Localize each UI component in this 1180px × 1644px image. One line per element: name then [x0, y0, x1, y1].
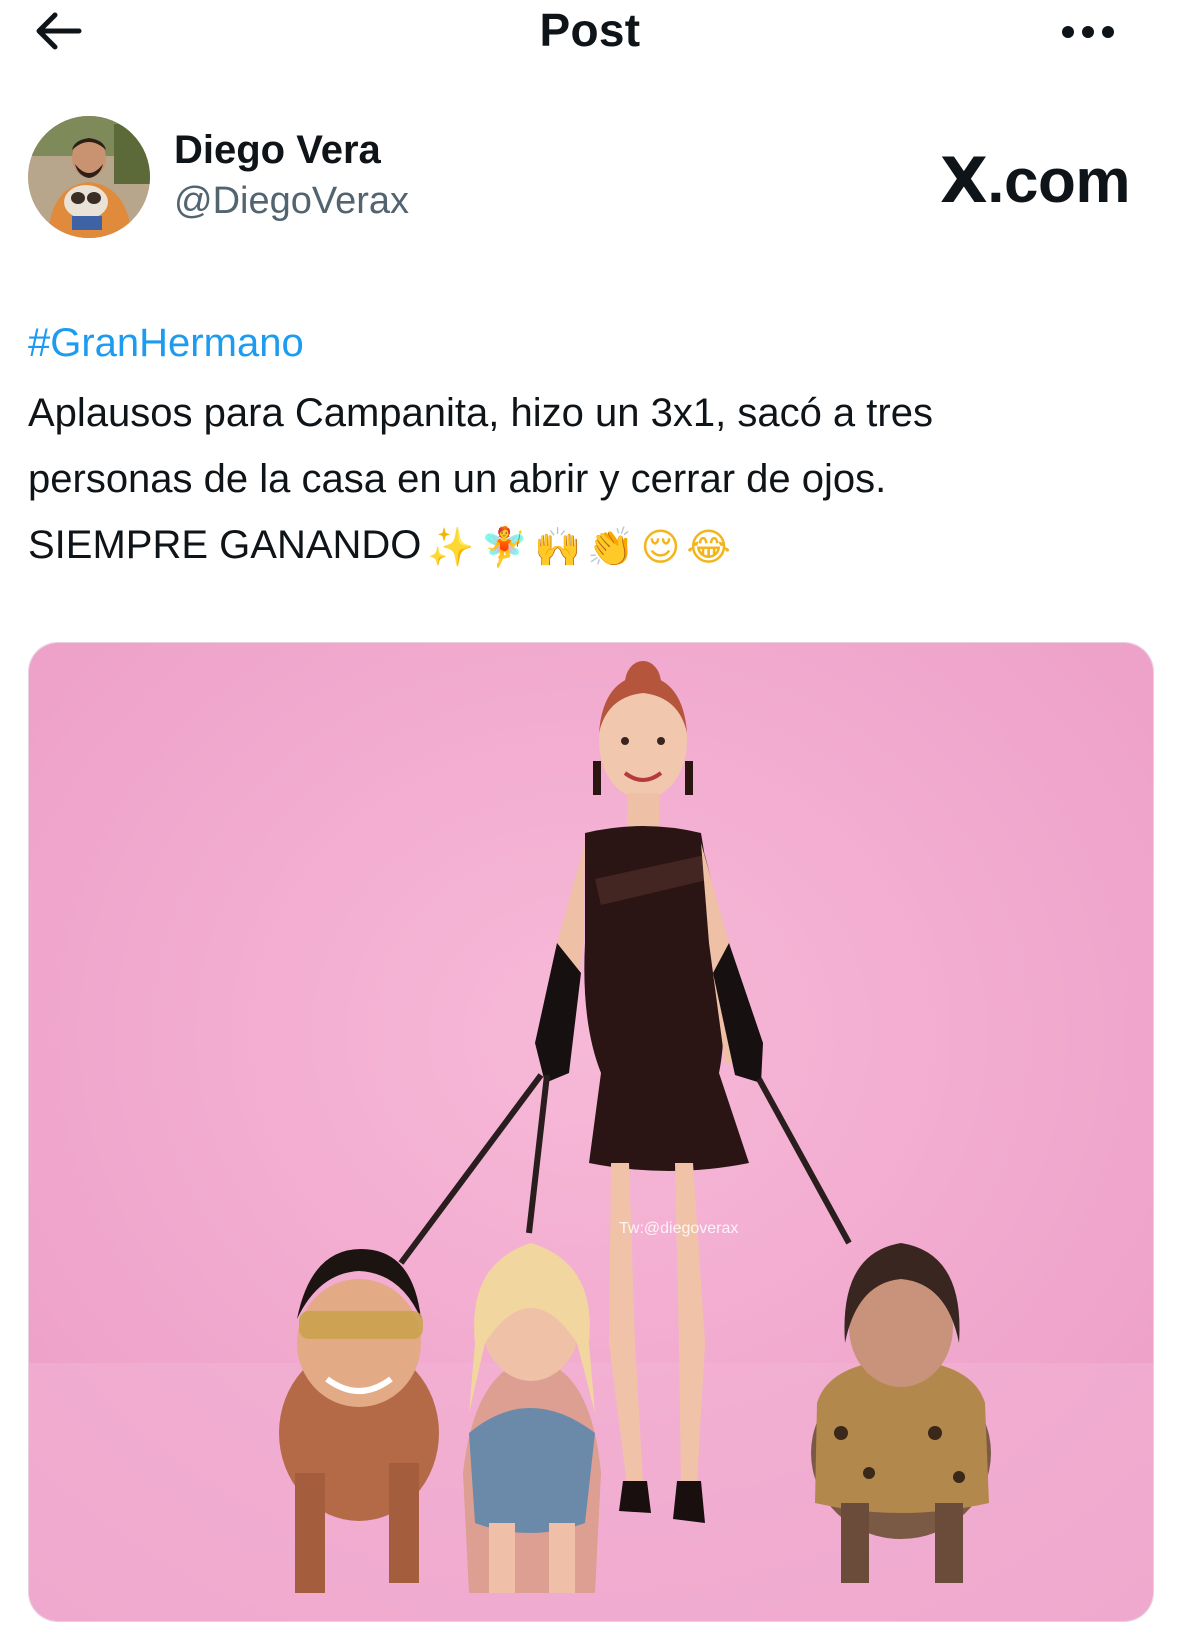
fairy-emoji-icon: 🧚 — [480, 525, 529, 569]
author-handle[interactable]: @DiegoVerax — [174, 178, 409, 224]
hashtag-link[interactable]: #GranHermano — [28, 318, 304, 368]
author-name[interactable]: Diego Vera — [174, 126, 381, 174]
photo-illustration: Tw:@diegoverax — [29, 643, 1153, 1621]
brand-suffix: .com — [987, 147, 1130, 216]
media-watermark: Tw:@diegoverax — [619, 1220, 738, 1237]
top-bar: Post — [0, 0, 1180, 64]
more-horizontal-icon — [1062, 26, 1114, 38]
post-text-line: personas de la casa en un abrir y cerrar… — [28, 457, 887, 501]
avatar[interactable] — [28, 116, 150, 238]
post-text: Aplausos para Campanita, hizo un 3x1, sa… — [28, 380, 1148, 580]
sparkles-emoji-icon: ✨ — [427, 525, 475, 569]
post-media-image[interactable]: Tw:@diegoverax — [28, 642, 1154, 1622]
tears-of-joy-emoji-icon: 😂 — [686, 525, 731, 569]
middle-dog-figure — [463, 1243, 601, 1593]
relieved-face-emoji-icon: 😌 — [640, 525, 681, 569]
avatar-photo — [28, 116, 150, 238]
more-options-button[interactable] — [1058, 14, 1118, 50]
raised-hands-emoji-icon: 🙌 — [534, 525, 582, 569]
post-text-line: Aplausos para Campanita, hizo un 3x1, sa… — [28, 391, 933, 435]
page-title: Post — [539, 4, 641, 56]
post-text-line: SIEMPRE GANANDO ✨ 🧚 🙌 👏 😌 😂 — [28, 512, 1148, 580]
brand-watermark: X.com — [939, 144, 1131, 217]
post-text-line-content: SIEMPRE GANANDO — [28, 523, 422, 567]
x-logo-icon: X — [939, 144, 988, 217]
clapping-hands-emoji-icon: 👏 — [587, 525, 635, 569]
